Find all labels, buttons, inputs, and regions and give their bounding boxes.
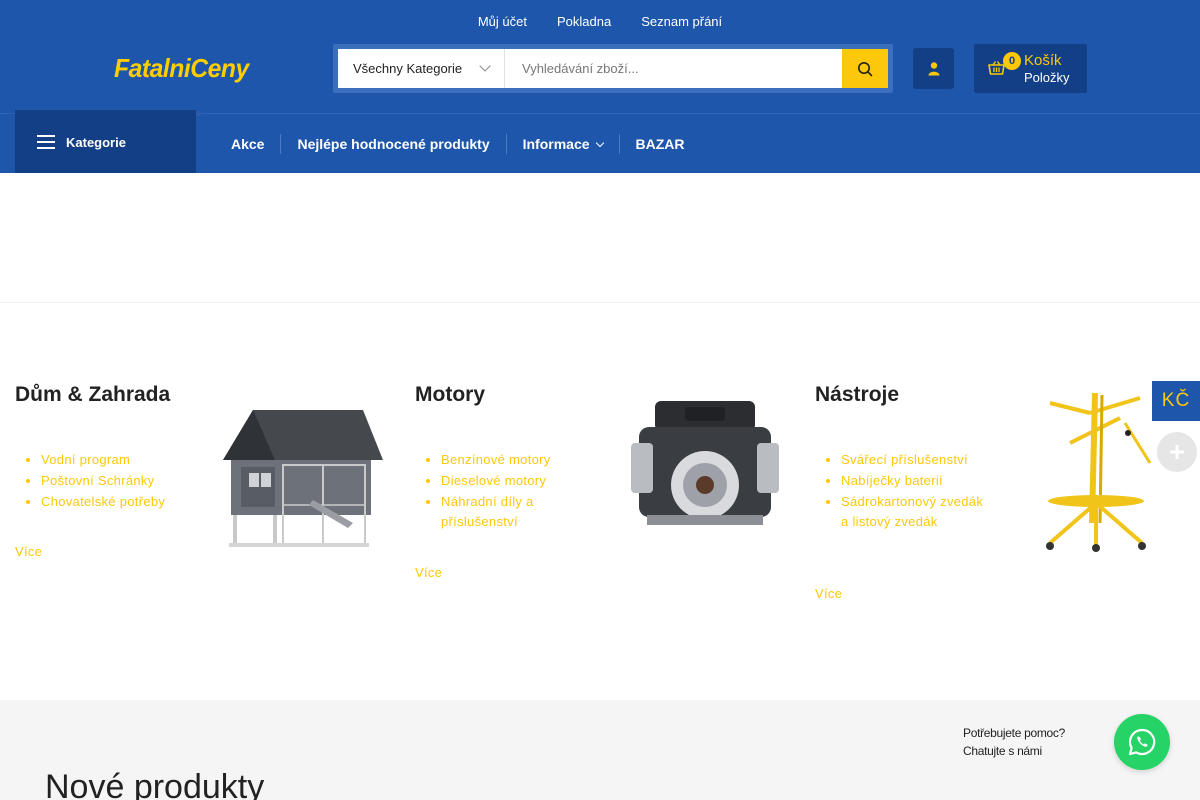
category-link[interactable]: Vodní program [41,452,130,467]
more-link[interactable]: Více [415,565,442,580]
category-title[interactable]: Motory [415,383,485,407]
list-item: Benzínové motory [441,450,586,471]
category-title[interactable]: Nástroje [815,383,899,407]
hamburger-icon [37,135,55,149]
section-title: Nové produkty [45,768,265,800]
main-navigation: Kategorie Akce Nejlépe hodnocené produkt… [0,110,1200,174]
category-links: Svářecí příslušenství Nabíječky baterií … [841,450,986,533]
chat-help-line2: Chatujte s námi [963,744,1042,758]
list-item: Svářecí příslušenství [841,450,986,471]
account-button[interactable] [913,48,954,89]
cart-title: Košík [1024,52,1062,69]
category-block-motory: Motory Benzínové motory Dieselové motory… [415,383,795,623]
chicken-coop-image[interactable] [213,405,388,555]
my-account-link[interactable]: Můj účet [463,14,542,29]
category-block-dum-zahrada: Dům & Zahrada Vodní program Poštovní Sch… [15,383,395,623]
list-item: Nabíječky baterií [841,471,986,492]
list-item: Poštovní Schránky [41,471,186,492]
list-item: Náhradní díly a příslušenství [441,492,586,534]
category-link[interactable]: Benzínové motory [441,452,551,467]
banner-area [0,173,1200,303]
site-logo[interactable]: FatalniCeny [114,53,249,84]
logo-part1: Fatalni [114,53,191,83]
list-item: Vodní program [41,450,186,471]
category-link[interactable]: Sádrokartonový zvedák a listový zvedák [841,494,983,530]
new-products-section: Nové produkty Potřebujete pomoc? Chatujt… [0,700,1200,800]
wishlist-link[interactable]: Seznam přání [626,14,737,29]
category-link[interactable]: Dieselové motory [441,473,546,488]
top-links: Můj účet Pokladna Seznam přání [0,0,1200,42]
list-item: Dieselové motory [441,471,586,492]
menu-notch [196,110,202,116]
category-block-nastroje: Nástroje Svářecí příslušenství Nabíječky… [815,383,1195,623]
categories-menu-button[interactable]: Kategorie [15,110,202,174]
category-link[interactable]: Poštovní Schránky [41,473,155,488]
nav-item-akce[interactable]: Akce [215,136,280,152]
search-button[interactable] [842,49,888,88]
user-icon [928,61,939,75]
more-link[interactable]: Více [15,544,42,559]
category-links: Vodní program Poštovní Schránky Chovatel… [41,450,186,512]
cart-button[interactable]: 0 Košík Položky [974,44,1087,93]
category-links: Benzínové motory Dieselové motory Náhrad… [441,450,586,533]
logo-part2: Ceny [190,53,249,83]
checkout-link[interactable]: Pokladna [542,14,626,29]
whatsapp-icon [1128,728,1156,756]
chat-help-text: Potřebujete pomoc? Chatujte s námi [963,724,1065,760]
nav-item-bazar[interactable]: BAZAR [620,136,701,152]
engine-image[interactable] [625,393,785,538]
site-header: Můj účet Pokladna Seznam přání FatalniCe… [0,0,1200,174]
search-icon [858,61,873,76]
list-item: Sádrokartonový zvedák a listový zvedák [841,492,986,534]
currency-switcher[interactable]: KČ [1152,381,1200,421]
chevron-down-icon [595,138,604,147]
category-link[interactable]: Nabíječky baterií [841,473,943,488]
nav-item-informace[interactable]: Informace [507,136,619,152]
chevron-down-icon [479,60,491,72]
category-link[interactable]: Svářecí příslušenství [841,452,968,467]
chat-help-line1: Potřebujete pomoc? [963,726,1066,740]
expand-button[interactable] [1157,432,1197,472]
search-bar: Všechny Kategorie [333,44,893,93]
search-input[interactable] [505,49,842,88]
categories-label: Kategorie [66,134,126,150]
category-select-value: Všechny Kategorie [353,61,463,76]
cart-count-badge: 0 [1003,52,1021,70]
nav-item-top-rated[interactable]: Nejlépe hodnocené produkty [281,136,505,152]
plus-icon [1170,445,1184,459]
category-link[interactable]: Náhradní díly a příslušenství [441,494,534,530]
nav-item-informace-label: Informace [522,136,590,152]
cart-subtitle: Položky [1024,70,1070,85]
category-select[interactable]: Všechny Kategorie [338,49,505,88]
whatsapp-chat-button[interactable] [1114,714,1170,770]
category-link[interactable]: Chovatelské potřeby [41,494,165,509]
list-item: Chovatelské potřeby [41,492,186,513]
category-title[interactable]: Dům & Zahrada [15,383,170,407]
more-link[interactable]: Více [815,586,842,601]
